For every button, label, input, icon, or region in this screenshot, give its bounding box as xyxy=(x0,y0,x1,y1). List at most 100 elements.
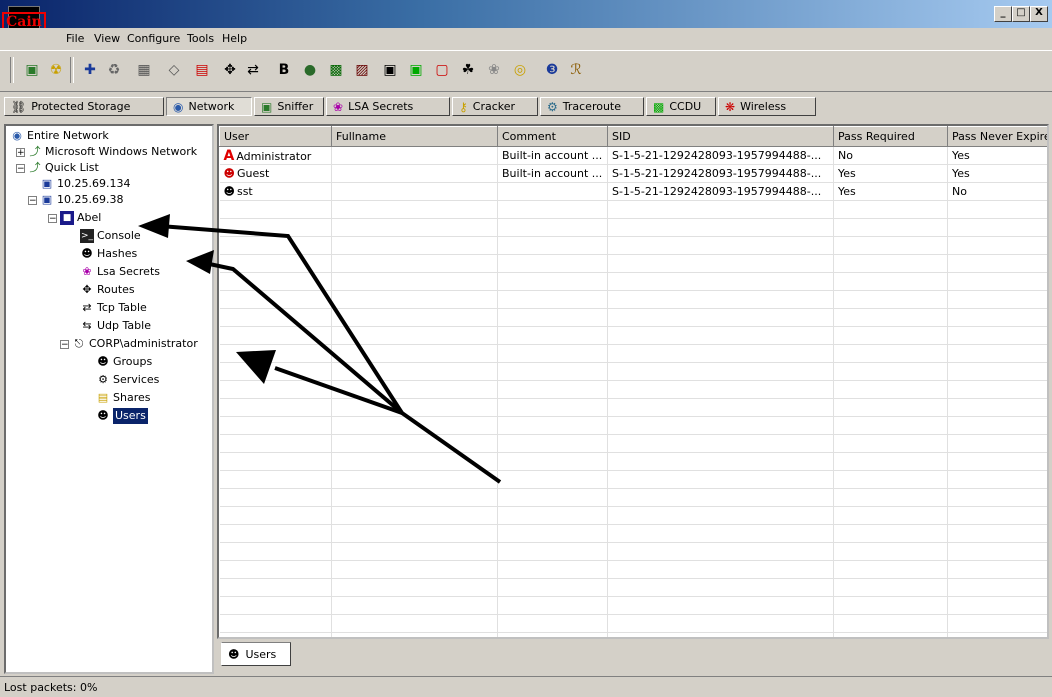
table-cell: Yes xyxy=(947,164,1047,183)
tree-node-tcp-table[interactable]: ⇄ Tcp Table xyxy=(80,300,146,316)
table-cell xyxy=(219,362,332,381)
table-cell: Yes xyxy=(947,146,1047,165)
tree-node-hashes[interactable]: ☻ Hashes xyxy=(80,246,137,262)
exit-icon[interactable]: ℛ xyxy=(566,60,586,80)
remove-icon[interactable]: ♻ xyxy=(104,60,124,80)
window-controls: _ □ X xyxy=(994,6,1048,22)
tree-node-corp-admin[interactable]: − ⎋ CORP\administrator xyxy=(60,336,198,352)
hash-calc-icon[interactable]: ● xyxy=(300,60,320,80)
tree-node-entire-network[interactable]: ◉ Entire Network xyxy=(10,128,109,144)
tab-sniffer[interactable]: ▣ Sniffer xyxy=(254,97,324,116)
tree-node-services[interactable]: ⚙ Services xyxy=(96,372,159,388)
minimize-button[interactable]: _ xyxy=(994,6,1012,22)
screen-icon[interactable]: ▢ xyxy=(432,60,452,80)
menu-file[interactable]: File xyxy=(66,32,84,45)
tab-users[interactable]: ☻ Users xyxy=(221,642,291,666)
tab-network[interactable]: ◉ Network xyxy=(166,97,252,116)
eraser-icon[interactable]: ◇ xyxy=(164,60,184,80)
computer-icon: ▣ xyxy=(41,177,53,190)
table-cell xyxy=(607,398,834,417)
table-cell xyxy=(607,434,834,453)
tcp-table-icon[interactable]: ⇄ xyxy=(243,60,263,80)
network-host-icon[interactable]: ▤ xyxy=(192,60,212,80)
table-cell xyxy=(331,380,498,399)
tab-lsa-secrets[interactable]: ❀ LSA Secrets xyxy=(326,97,450,116)
menu-configure[interactable]: Configure xyxy=(127,32,180,45)
table-cell: S-1-5-21-1292428093-1957994488-... xyxy=(607,146,834,165)
table-cell xyxy=(607,200,834,219)
table-cell xyxy=(331,272,498,291)
apr-icon[interactable]: ☢ xyxy=(46,60,66,80)
close-button[interactable]: X xyxy=(1030,6,1048,22)
monitor-icon[interactable]: ▣ xyxy=(406,60,426,80)
table-cell xyxy=(331,398,498,417)
table-row[interactable]: A Administrator Built-in account ... S-1-5-… xyxy=(219,146,1047,165)
table-cell xyxy=(607,344,834,363)
collapse-icon[interactable]: − xyxy=(48,213,57,223)
column-pass-required[interactable]: Pass Required xyxy=(833,126,948,147)
table-cell xyxy=(607,560,834,579)
table-cell xyxy=(219,560,332,579)
table-cell: ☻ Guest xyxy=(219,164,332,183)
info-icon[interactable]: ❸ xyxy=(542,60,562,80)
tree-node-shares[interactable]: ▤ Shares xyxy=(96,390,151,406)
tree-node-ms-network[interactable]: + ⤴ Microsoft Windows Network xyxy=(16,144,197,160)
table-cell xyxy=(607,506,834,525)
cd-icon[interactable]: ◎ xyxy=(510,60,530,80)
base64-icon[interactable]: B xyxy=(274,60,294,80)
tree-node-quick-list[interactable]: − ⤴ Quick List xyxy=(16,160,99,176)
menu-tools[interactable]: Tools xyxy=(187,32,214,45)
menu-help[interactable]: Help xyxy=(222,32,247,45)
table-cell xyxy=(497,596,608,615)
cert-icon[interactable]: ❀ xyxy=(484,60,504,80)
table-cell xyxy=(833,236,948,255)
wireless-tool-icon[interactable]: ☘ xyxy=(458,60,478,80)
empty-row xyxy=(219,632,1047,637)
rsa-icon[interactable]: ▩ xyxy=(326,60,346,80)
decoder-icon[interactable]: ▦ xyxy=(134,60,154,80)
empty-row xyxy=(219,272,1047,291)
table-cell: Built-in account ... xyxy=(497,164,608,183)
tab-traceroute[interactable]: ⚙ Traceroute xyxy=(540,97,644,116)
table-row[interactable]: ☻ sst S-1-5-21-1292428093-1957994488-... Ye… xyxy=(219,182,1047,201)
column-user[interactable]: User xyxy=(219,126,332,147)
table-row[interactable]: ☻ Guest Built-in account ... S-1-5-21-12924… xyxy=(219,164,1047,183)
pwd-icon[interactable]: ▨ xyxy=(352,60,372,80)
maximize-button[interactable]: □ xyxy=(1012,6,1030,22)
tab-cracker[interactable]: ⚷ Cracker xyxy=(452,97,538,116)
column-comment[interactable]: Comment xyxy=(497,126,608,147)
tree-node-abel[interactable]: − ■ Abel xyxy=(48,210,101,226)
routes-icon: ✥ xyxy=(82,283,92,296)
column-pass-never-expire[interactable]: Pass Never Expire xyxy=(947,126,1047,147)
table-cell xyxy=(607,290,834,309)
table-cell xyxy=(497,470,608,489)
tree-node-routes[interactable]: ✥ Routes xyxy=(80,282,134,298)
menu-view[interactable]: View xyxy=(94,32,120,45)
toolbar: ▣ ☢ ✚ ♻ ▦ ◇ ▤ ✥ ⇄ B ● ▩ ▨ ▣ ▣ ▢ ☘ ❀ ◎ ❸ … xyxy=(0,50,1052,92)
password-box-icon[interactable]: ▣ xyxy=(380,60,400,80)
network-tree[interactable]: ◉ Entire Network + ⤴ Microsoft Windows Netw… xyxy=(4,124,214,674)
table-cell xyxy=(947,200,1047,219)
add-icon[interactable]: ✚ xyxy=(80,60,100,80)
tab-ccdu[interactable]: ▩ CCDU xyxy=(646,97,716,116)
tree-node-udp-table[interactable]: ⇆ Udp Table xyxy=(80,318,151,334)
column-fullname[interactable]: Fullname xyxy=(331,126,498,147)
table-cell xyxy=(497,200,608,219)
tree-node-lsa-secrets[interactable]: ❀ Lsa Secrets xyxy=(80,264,160,280)
tree-node-groups[interactable]: ☻ Groups xyxy=(96,354,152,370)
collapse-icon[interactable]: − xyxy=(60,339,69,349)
tree-node-host-134[interactable]: ▣ 10.25.69.134 xyxy=(40,176,131,192)
collapse-icon[interactable]: − xyxy=(16,163,25,173)
tree-node-host-38[interactable]: − ▣ 10.25.69.38 xyxy=(28,192,123,208)
collapse-icon[interactable]: − xyxy=(28,195,37,205)
tree-node-users[interactable]: ☻ Users xyxy=(96,408,148,424)
table-cell xyxy=(947,488,1047,507)
table-cell xyxy=(947,452,1047,471)
start-sniffer-icon[interactable]: ▣ xyxy=(22,60,42,80)
routes-icon[interactable]: ✥ xyxy=(220,60,240,80)
column-sid[interactable]: SID xyxy=(607,126,834,147)
tab-wireless[interactable]: ❋ Wireless xyxy=(718,97,816,116)
expand-icon[interactable]: + xyxy=(16,147,25,157)
tab-protected-storage[interactable]: ⛓ Protected Storage xyxy=(4,97,164,116)
tree-node-console[interactable]: >_ Console xyxy=(80,228,141,244)
